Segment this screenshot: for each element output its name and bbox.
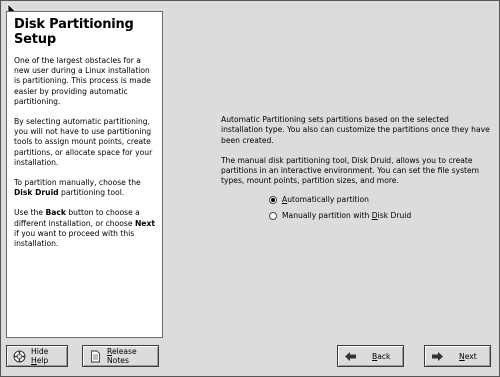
help-paragraph-3: To partition manually, choose the Disk D…: [14, 178, 155, 198]
next-label: Next: [459, 351, 477, 361]
main-paragraph-2: The manual disk partitioning tool, Disk …: [221, 155, 480, 186]
help-title: Disk Partitioning Setup: [14, 17, 134, 47]
back-button[interactable]: Back: [337, 345, 404, 367]
hide-help-button[interactable]: Hide Help: [6, 345, 68, 367]
help-paragraph-2: By selecting automatic partitioning, you…: [14, 117, 153, 167]
help-emphasis: Next: [134, 218, 155, 228]
next-button[interactable]: Next: [424, 345, 491, 367]
help-emphasis: Back: [45, 208, 66, 218]
arrow-left-icon: [344, 350, 357, 363]
lifebuoy-icon: [13, 350, 26, 363]
radio-automatic-partition[interactable]: Automatically partition: [269, 195, 369, 204]
help-paragraph-1: One of the largest obstacles for a new u…: [14, 56, 151, 106]
release-notes-label: Release Notes: [107, 347, 137, 365]
main-paragraph-1: Automatic Partitioning sets partitions b…: [221, 115, 490, 145]
help-paragraph-4: Use the Back button to choose a differen…: [14, 208, 155, 249]
help-text: partitioning tool.: [58, 188, 125, 198]
document-icon: [89, 350, 102, 363]
help-text: Use the: [14, 208, 46, 218]
main-content: Automatic Partitioning sets partitions b…: [221, 115, 491, 197]
radio-button[interactable]: [269, 211, 277, 220]
help-emphasis: Disk Druid: [14, 188, 59, 198]
help-text: To partition manually, choose the: [14, 178, 141, 188]
help-text: if you want to proceed with this install…: [14, 228, 135, 249]
radio-button[interactable]: [269, 195, 277, 204]
release-notes-button[interactable]: Release Notes: [82, 345, 159, 367]
back-label: Back: [372, 351, 391, 361]
radio-selected-dot: [271, 197, 275, 202]
radio-manual-disk-druid[interactable]: Manually partition with Disk Druid: [269, 211, 411, 220]
help-panel: Disk Partitioning Setup One of the large…: [6, 11, 163, 338]
hide-help-label: Hide Help: [31, 347, 49, 365]
arrow-right-icon: [431, 350, 444, 363]
radio-label: Manually partition with Disk Druid: [282, 211, 412, 220]
radio-label: Automatically partition: [282, 195, 369, 204]
